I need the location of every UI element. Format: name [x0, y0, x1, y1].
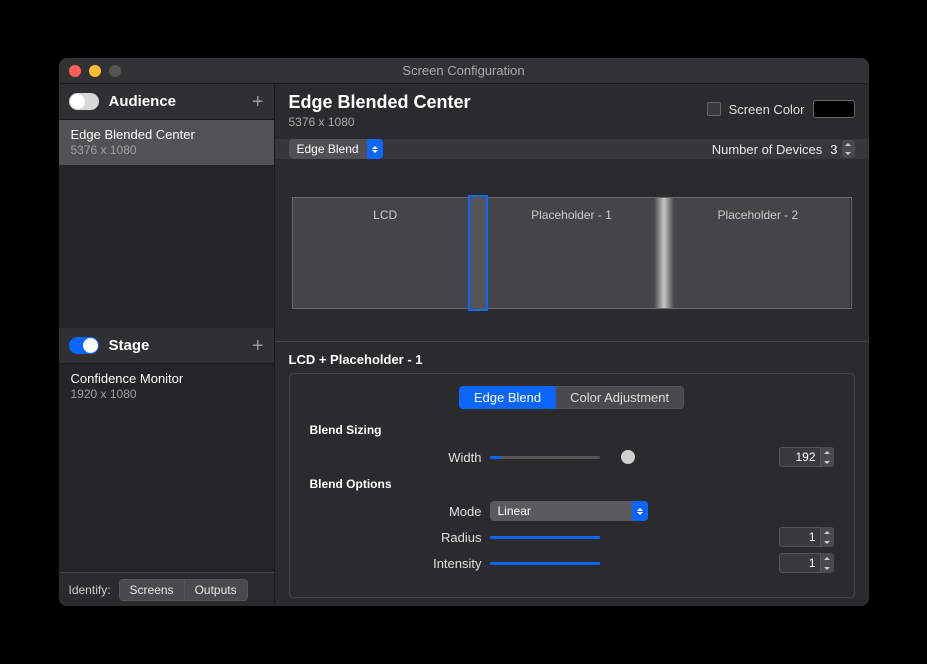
- sidebar-item-audience-0[interactable]: Edge Blended Center 5376 x 1080: [59, 120, 274, 165]
- audience-section-header: Audience +: [59, 84, 274, 120]
- minimize-icon[interactable]: [89, 65, 101, 77]
- blend-region-selected[interactable]: [468, 195, 488, 311]
- mode-label: Mode: [310, 504, 490, 519]
- add-stage-button[interactable]: +: [252, 336, 264, 356]
- sidebar-item-name: Confidence Monitor: [71, 371, 262, 386]
- stage-label: Stage: [109, 337, 252, 354]
- titlebar[interactable]: Screen Configuration: [59, 58, 869, 84]
- screen-2[interactable]: Placeholder - 2: [664, 198, 850, 308]
- audience-label: Audience: [109, 93, 252, 110]
- add-audience-button[interactable]: +: [252, 92, 264, 112]
- screen-color-label: Screen Color: [729, 102, 805, 117]
- width-label: Width: [310, 450, 490, 465]
- screen-color-checkbox[interactable]: [707, 102, 721, 116]
- blend-tabs: Edge Blend Color Adjustment: [310, 386, 834, 409]
- num-devices-stepper[interactable]: 3: [830, 140, 854, 158]
- sidebar-item-stage-0[interactable]: Confidence Monitor 1920 x 1080: [59, 364, 274, 409]
- screen-config-window: Screen Configuration Audience + Edge Ble…: [59, 58, 869, 606]
- identify-outputs-button[interactable]: Outputs: [184, 580, 247, 600]
- blend-options-heading: Blend Options: [310, 477, 450, 491]
- blend-panel: Edge Blend Color Adjustment Blend Sizing…: [289, 373, 855, 598]
- intensity-label: Intensity: [310, 556, 490, 571]
- mode-select[interactable]: Linear: [490, 501, 648, 521]
- chevron-updown-icon: [632, 501, 648, 521]
- num-devices-label: Number of Devices: [712, 142, 823, 157]
- main-header: Edge Blended Center 5376 x 1080 Screen C…: [275, 84, 869, 139]
- blend-sizing-heading: Blend Sizing: [310, 423, 450, 437]
- tab-edge-blend[interactable]: Edge Blend: [459, 386, 556, 409]
- screen-0[interactable]: LCD: [293, 198, 478, 308]
- identify-label: Identify:: [69, 583, 111, 597]
- stage-toggle[interactable]: [69, 337, 99, 354]
- width-slider[interactable]: [490, 450, 771, 464]
- num-devices-control: Number of Devices 3: [712, 140, 855, 158]
- stage-section-header: Stage +: [59, 328, 274, 364]
- traffic-lights: [59, 65, 121, 77]
- close-icon[interactable]: [69, 65, 81, 77]
- page-title: Edge Blended Center: [289, 92, 707, 113]
- tab-color-adjustment[interactable]: Color Adjustment: [556, 386, 684, 409]
- screen-1[interactable]: Placeholder - 1: [478, 198, 664, 308]
- audience-toggle[interactable]: [69, 93, 99, 110]
- window-body: Audience + Edge Blended Center 5376 x 10…: [59, 84, 869, 606]
- radius-label: Radius: [310, 530, 490, 545]
- main-panel: Edge Blended Center 5376 x 1080 Screen C…: [275, 84, 869, 606]
- width-stepper[interactable]: 192: [779, 447, 834, 467]
- intensity-stepper[interactable]: 1: [779, 553, 834, 573]
- screen-layout[interactable]: LCD Placeholder - 1 Placeholder - 2: [292, 197, 852, 309]
- radius-stepper[interactable]: 1: [779, 527, 834, 547]
- blend-config: LCD + Placeholder - 1 Edge Blend Color A…: [275, 342, 869, 606]
- zoom-icon[interactable]: [109, 65, 121, 77]
- sidebar-item-resolution: 1920 x 1080: [71, 387, 262, 401]
- intensity-slider[interactable]: [490, 556, 771, 570]
- toolbar: Edge Blend Number of Devices 3: [275, 139, 869, 159]
- screen-preview: LCD Placeholder - 1 Placeholder - 2: [275, 159, 869, 342]
- identify-bar: Identify: Screens Outputs: [59, 572, 274, 606]
- mode-dropdown[interactable]: Edge Blend: [289, 139, 383, 159]
- sidebar-item-resolution: 5376 x 1080: [71, 143, 262, 157]
- radius-slider[interactable]: [490, 530, 771, 544]
- identify-screens-button[interactable]: Screens: [120, 580, 184, 600]
- window-title: Screen Configuration: [59, 63, 869, 78]
- blend-region-2[interactable]: [654, 198, 674, 308]
- page-resolution: 5376 x 1080: [289, 115, 707, 129]
- sidebar-item-name: Edge Blended Center: [71, 127, 262, 142]
- screen-color-swatch[interactable]: [813, 100, 855, 118]
- selected-blend-title: LCD + Placeholder - 1: [289, 352, 855, 367]
- chevron-updown-icon: [367, 139, 383, 159]
- identify-segmented: Screens Outputs: [119, 579, 248, 601]
- sidebar: Audience + Edge Blended Center 5376 x 10…: [59, 84, 275, 606]
